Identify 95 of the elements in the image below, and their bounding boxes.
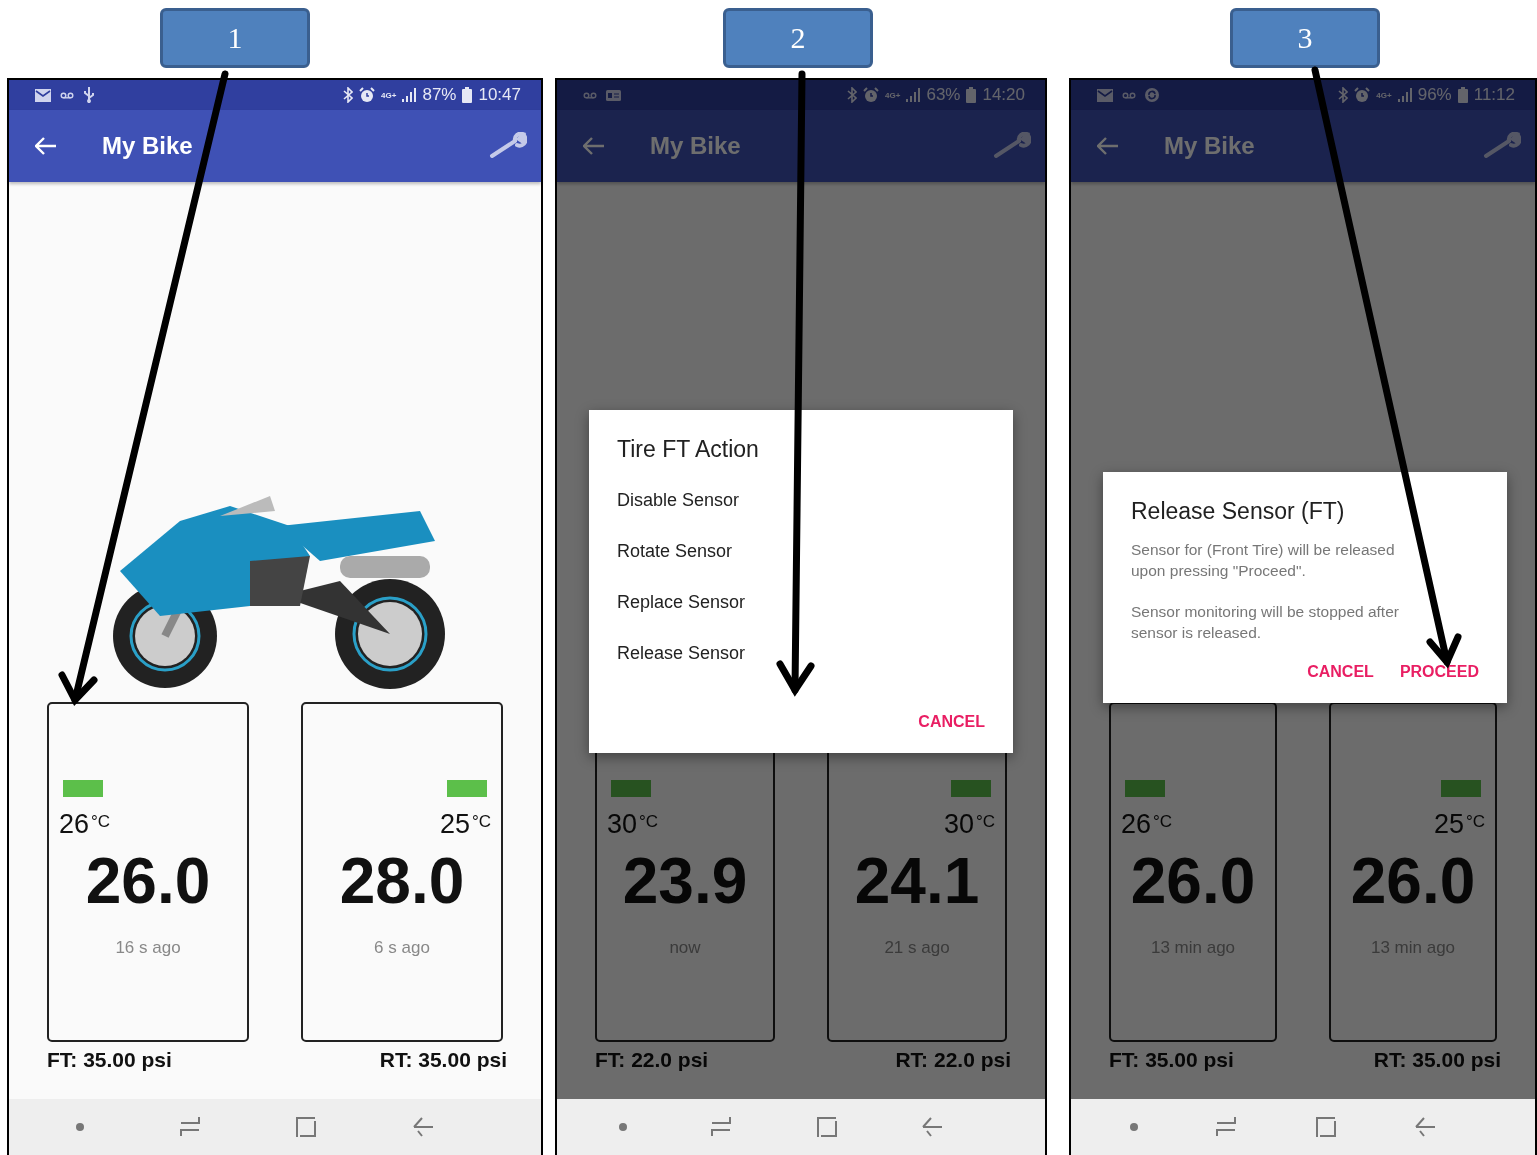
temperature: 30 xyxy=(607,809,638,839)
recent-apps-icon[interactable] xyxy=(1215,1116,1238,1138)
usb-icon xyxy=(83,87,95,103)
bluetooth-icon xyxy=(343,87,354,103)
pressure-value: 24.1 xyxy=(853,844,981,918)
tire-pressure-label: RT: 35.00 psi xyxy=(379,1048,507,1072)
temperature-unit: °C xyxy=(1465,812,1485,831)
tire-pressure-label: FT: 35.00 psi xyxy=(1109,1048,1234,1072)
bluetooth-icon xyxy=(1338,87,1349,103)
menu-option[interactable]: Disable Sensor xyxy=(617,477,985,528)
battery-level-icon xyxy=(611,780,651,797)
home-icon[interactable] xyxy=(815,1116,838,1138)
alarm-icon xyxy=(1354,87,1371,103)
battery-icon xyxy=(966,87,977,103)
temperature-unit: °C xyxy=(471,812,491,831)
pressure-value: 23.9 xyxy=(621,844,749,918)
clock-time: 11:12 xyxy=(1473,85,1515,105)
dialog-button[interactable]: CANCEL xyxy=(918,713,985,731)
dialog-title: Tire FT Action xyxy=(617,436,760,463)
recent-apps-icon[interactable] xyxy=(178,1116,201,1138)
battery-percent: 87% xyxy=(422,85,457,105)
signal-icon xyxy=(1397,88,1412,102)
home-icon[interactable] xyxy=(295,1116,318,1138)
back-icon[interactable] xyxy=(1414,1116,1437,1138)
battery-icon xyxy=(1457,87,1468,103)
tire-card[interactable]: 25$^{°C}$ 28.0 6 s ago xyxy=(301,702,503,1042)
temperature-unit: °C xyxy=(975,812,995,831)
tire-pressure-label: FT: 22.0 psi xyxy=(595,1048,709,1072)
last-updated: 6 s ago xyxy=(373,938,431,958)
callout-label: 2 xyxy=(723,8,873,68)
card-icon xyxy=(606,89,621,101)
sync-icon xyxy=(1145,88,1159,102)
mail-icon xyxy=(1097,88,1113,102)
mail-icon xyxy=(35,88,51,102)
temperature-unit: °C xyxy=(1153,812,1173,831)
pressure-value: 26.0 xyxy=(84,844,212,918)
pressure-value: 26.0 xyxy=(1129,844,1257,918)
battery-level-icon xyxy=(63,780,103,797)
temperature: 26 xyxy=(59,809,90,839)
battery-percent: 63% xyxy=(926,85,961,105)
tire-pressure-label: RT: 35.00 psi xyxy=(1373,1048,1501,1072)
dot-icon[interactable] xyxy=(76,1123,85,1131)
callout-label: 1 xyxy=(160,8,310,68)
dot-icon[interactable] xyxy=(618,1123,627,1131)
home-icon[interactable] xyxy=(1314,1116,1337,1138)
recent-apps-icon[interactable] xyxy=(710,1116,733,1138)
pressure-value: 28.0 xyxy=(338,844,466,918)
bluetooth-icon xyxy=(847,87,858,103)
battery-icon xyxy=(462,87,473,103)
battery-level-icon xyxy=(1441,780,1481,797)
back-icon[interactable] xyxy=(921,1116,944,1138)
callout-label: 3 xyxy=(1230,8,1380,68)
back-icon[interactable] xyxy=(411,1116,434,1138)
tire-pressure-label: FT: 35.00 psi xyxy=(47,1048,172,1072)
voicemail-icon xyxy=(1122,91,1136,99)
battery-level-icon xyxy=(951,780,991,797)
clock-time: 14:20 xyxy=(982,85,1025,105)
settings-icon[interactable] xyxy=(993,132,1031,160)
temperature: 26 xyxy=(1121,809,1152,839)
dialog-message: Sensor monitoring will be stopped after sensor is released. xyxy=(1131,602,1399,643)
dialog-message: Sensor for (Front Tire) will be released upon pressing "Proceed". xyxy=(1131,540,1396,581)
network-type: 4G+ xyxy=(1376,90,1392,100)
battery-level-icon xyxy=(447,780,487,797)
temperature: 25 xyxy=(439,809,470,839)
clock-time: 10:47 xyxy=(478,85,521,105)
tire-card[interactable]: 26$^{°C}$ 26.0 16 s ago xyxy=(47,702,249,1042)
pressure-value: 26.0 xyxy=(1349,844,1477,918)
dialog-button[interactable]: CANCEL xyxy=(1307,663,1374,681)
network-type: 4G+ xyxy=(381,90,397,100)
menu-option[interactable]: Release Sensor xyxy=(617,630,985,681)
dialog-button[interactable]: PROCEED xyxy=(1399,663,1479,681)
signal-icon xyxy=(906,88,921,102)
settings-icon[interactable] xyxy=(1483,132,1521,160)
tire-pressure-label: RT: 22.0 psi xyxy=(895,1048,1011,1072)
alarm-icon xyxy=(359,87,376,103)
app-title: My Bike xyxy=(102,132,194,160)
temperature-unit: °C xyxy=(639,812,659,831)
dot-icon[interactable] xyxy=(1129,1123,1138,1131)
menu-option[interactable]: Replace Sensor xyxy=(617,579,985,630)
alarm-icon xyxy=(863,87,880,103)
temperature-unit: °C xyxy=(91,812,111,831)
voicemail-icon xyxy=(60,91,74,99)
app-title: My Bike xyxy=(1164,132,1256,160)
network-type: 4G+ xyxy=(885,90,901,100)
last-updated: 16 s ago xyxy=(114,938,182,958)
dialog-title: Release Sensor (FT) xyxy=(1131,498,1346,525)
battery-level-icon xyxy=(1125,780,1165,797)
temperature: 25 xyxy=(1433,809,1464,839)
menu-option[interactable]: Rotate Sensor xyxy=(617,528,985,579)
app-title: My Bike xyxy=(650,132,742,160)
battery-percent: 96% xyxy=(1417,85,1452,105)
settings-icon[interactable] xyxy=(489,132,527,160)
signal-icon xyxy=(402,88,417,102)
temperature: 30 xyxy=(943,809,974,839)
voicemail-icon xyxy=(583,91,597,99)
